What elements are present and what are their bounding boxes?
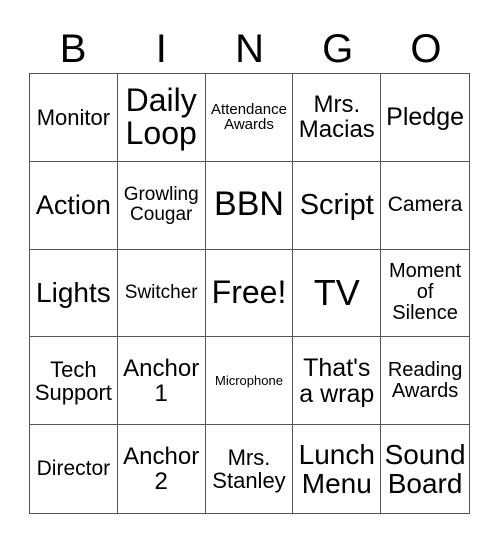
bingo-cell[interactable]: Camera: [381, 162, 469, 250]
bingo-cell[interactable]: Daily Loop: [117, 74, 206, 162]
header-letter-n: N: [235, 27, 264, 71]
bingo-cell[interactable]: Mrs. Stanley: [206, 425, 294, 513]
bingo-cell[interactable]: Reading Awards: [381, 337, 469, 426]
bingo-cell[interactable]: Attendance Awards: [205, 74, 294, 162]
bingo-cell[interactable]: Tech Support: [30, 337, 118, 426]
bingo-cell[interactable]: Free!: [205, 249, 294, 338]
bingo-cell[interactable]: Script: [293, 161, 382, 250]
bingo-cell[interactable]: Pledge: [381, 74, 469, 162]
header-letter-i: I: [155, 27, 167, 71]
bingo-cell[interactable]: Moment of Silence: [381, 250, 469, 338]
bingo-cell[interactable]: Anchor 1: [117, 337, 206, 426]
bingo-cell[interactable]: Action: [30, 161, 118, 250]
header-letter-g: G: [322, 27, 354, 71]
bingo-cell[interactable]: Anchor 2: [118, 425, 206, 513]
bingo-cell[interactable]: Lights: [30, 249, 118, 338]
bingo-cell[interactable]: TV: [293, 249, 382, 338]
bingo-cell[interactable]: Microphone: [205, 337, 294, 426]
bingo-cell[interactable]: Switcher: [117, 249, 206, 338]
bingo-cell[interactable]: Monitor: [30, 74, 118, 162]
bingo-cell[interactable]: That's a wrap: [293, 337, 382, 426]
bingo-cell[interactable]: Lunch Menu: [293, 425, 382, 513]
bingo-cell[interactable]: Mrs. Macias: [293, 74, 382, 162]
bingo-grid: Monitor Daily Loop Attendance Awards Mrs. M…: [29, 73, 470, 514]
bingo-header: B I N G O: [29, 28, 470, 70]
bingo-cell[interactable]: BBN: [205, 161, 294, 250]
bingo-cell[interactable]: Growling Cougar: [117, 161, 206, 250]
bingo-cell[interactable]: Director: [30, 425, 118, 513]
bingo-cell[interactable]: Sound Board: [381, 425, 469, 513]
header-letter-b: B: [59, 27, 87, 71]
header-letter-o: O: [410, 27, 442, 71]
